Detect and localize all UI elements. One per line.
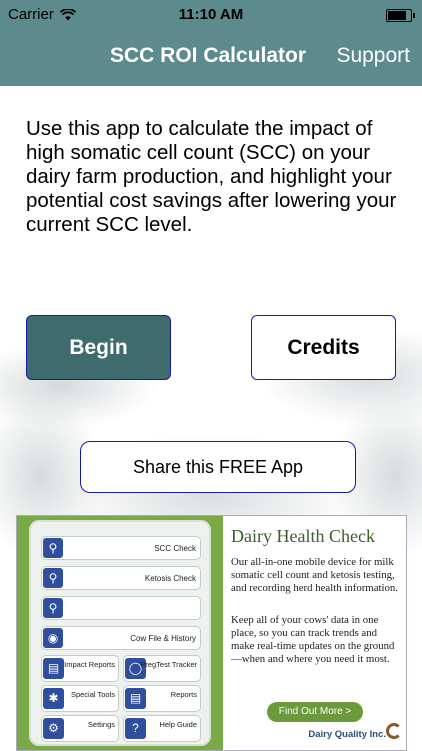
device-label-reports: Reports xyxy=(170,690,197,699)
battery-icon xyxy=(386,9,415,22)
device-tile-pregtest: ◯ PregTest Tracker xyxy=(123,655,201,682)
cow-icon: ◉ xyxy=(43,628,63,648)
device-label-settings: Settings xyxy=(87,720,115,729)
battery-level xyxy=(388,11,407,20)
device-label-impact-reports: Impact Reports xyxy=(64,660,115,669)
device-label-ketosis-check: Ketosis Check xyxy=(144,574,196,583)
device-row-cow-file: ◉ Cow File & History xyxy=(41,626,201,650)
device-tile-settings: ⚙ Settings xyxy=(41,715,119,742)
device-tile-special-tools: ✱ Special Tools xyxy=(41,685,119,712)
magnifier-icon: ⚲ xyxy=(43,568,63,588)
ad-text-panel: Dairy Health Check Our all-in-one mobile… xyxy=(223,516,406,750)
help-icon: ? xyxy=(125,718,146,739)
magnifier-icon: ⚲ xyxy=(43,598,63,618)
device-row-blank: ⚲ xyxy=(41,596,201,620)
device-tile-help-guide: ? Help Guide xyxy=(123,715,201,742)
share-app-button[interactable]: Share this FREE App xyxy=(80,441,356,493)
settings-icon: ⚙ xyxy=(43,718,64,739)
navigation-bar: SCC ROI Calculator Support xyxy=(0,30,422,86)
device-label-help-guide: Help Guide xyxy=(159,720,197,729)
brand-name: Dairy Quality Inc. xyxy=(308,729,386,740)
device-label-cow-file: Cow File & History xyxy=(130,634,196,643)
device-illustration: ⚲ SCC Check ⚲ Ketosis Check ⚲ ◉ Cow File… xyxy=(29,520,211,746)
status-bar: Carrier 11:10 AM xyxy=(0,0,422,30)
device-tile-impact-reports: ▤ Impact Reports xyxy=(41,655,119,682)
device-tile-reports: ▤ Reports xyxy=(123,685,201,712)
ad-paragraph-1: Our all-in-one mobile device for milk so… xyxy=(231,556,398,594)
ad-title: Dairy Health Check xyxy=(231,526,375,546)
brand-logo-icon xyxy=(386,723,402,739)
status-time: 11:10 AM xyxy=(178,6,244,23)
page-title: SCC ROI Calculator xyxy=(110,44,307,67)
ad-paragraph-2: Keep all of your cows' data in one place… xyxy=(231,614,395,665)
device-label-scc-check: SCC Check xyxy=(154,544,196,553)
device-label-pregtest: PregTest Tracker xyxy=(140,660,197,669)
ad-device-panel: ⚲ SCC Check ⚲ Ketosis Check ⚲ ◉ Cow File… xyxy=(17,516,223,750)
magnifier-icon: ⚲ xyxy=(43,538,63,558)
device-label-special-tools: Special Tools xyxy=(70,690,115,699)
support-button[interactable]: Support xyxy=(336,44,410,68)
device-row-ketosis-check: ⚲ Ketosis Check xyxy=(41,566,201,590)
device-row-scc-check: ⚲ SCC Check xyxy=(41,536,201,560)
tools-icon: ✱ xyxy=(43,688,64,709)
document-icon: ▤ xyxy=(43,658,64,679)
find-out-more-button[interactable]: Find Out More > xyxy=(267,702,363,722)
document-icon: ▤ xyxy=(125,688,146,709)
main-content: Use this app to calculate the impact of … xyxy=(0,86,422,751)
begin-button[interactable]: Begin xyxy=(26,315,171,380)
intro-text: Use this app to calculate the impact of … xyxy=(26,117,397,236)
dairy-health-check-ad[interactable]: ⚲ SCC Check ⚲ Ketosis Check ⚲ ◉ Cow File… xyxy=(16,515,407,751)
credits-button[interactable]: Credits xyxy=(251,315,396,380)
